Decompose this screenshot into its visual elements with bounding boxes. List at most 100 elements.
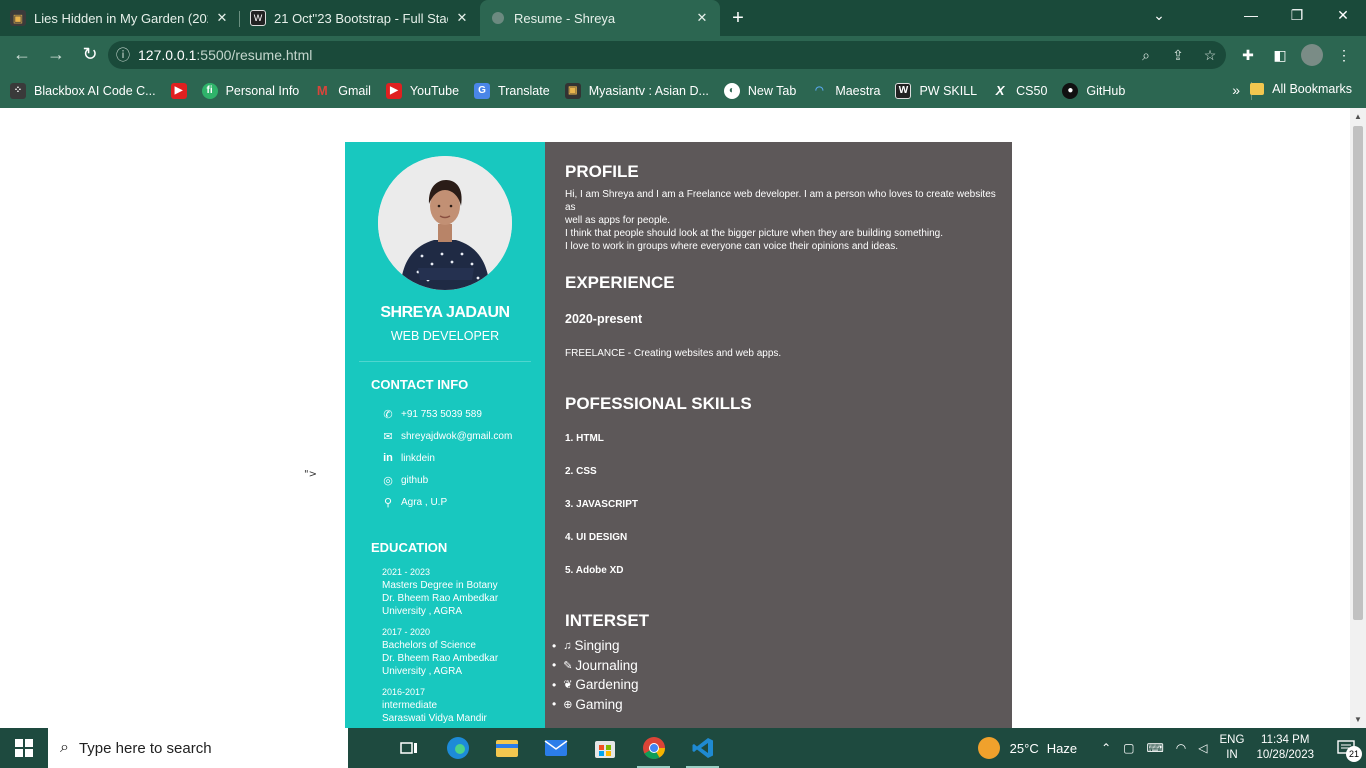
personal-info-icon: fi [201,82,218,99]
tab-title: Lies Hidden in My Garden (2023 [34,10,208,26]
close-tab-icon[interactable]: ✕ [214,10,230,26]
weather-widget[interactable]: 25°C Haze [977,737,1078,759]
minimize-icon[interactable]: — [1228,0,1274,30]
clock[interactable]: 11:34 PM 10/28/2023 [1256,733,1314,763]
weather-desc: Haze [1046,740,1078,756]
vscode-icon[interactable] [678,728,727,768]
url-path: :5500/resume.html [196,47,313,63]
bookmark-label: Gmail [338,83,371,98]
bookmark-youtube[interactable]: ▶ YouTube [385,82,459,99]
keyboard-icon[interactable]: ⌨ [1146,741,1163,755]
contact-github[interactable]: ◎ github [377,469,542,491]
phone-icon: ✆ [383,409,393,422]
tab-lies-hidden[interactable]: ▣ Lies Hidden in My Garden (2023 ✕ [0,3,240,33]
all-bookmarks-button[interactable]: All Bookmarks [1250,82,1352,96]
interest-item: ⊕Gaming [563,695,638,715]
reload-icon[interactable]: ↻ [74,39,106,71]
contact-text: linkdein [401,452,435,464]
new-tab-button[interactable]: + [724,4,752,32]
scroll-down-icon[interactable]: ▼ [1354,715,1362,724]
bookmark-youtube-shortcut[interactable]: ▶ [170,82,187,99]
location-icon: ⚲ [383,496,393,509]
volume-icon[interactable]: ◁ [1198,741,1207,755]
profile-role: WEB DEVELOPER [390,329,500,343]
url-text[interactable]: 127.0.0.1:5500/resume.html [138,47,1130,63]
menu-icon[interactable]: ⋮ [1330,41,1358,69]
contact-email[interactable]: ✉ shreyajdwok@gmail.com [377,426,542,448]
bookmark-blackbox[interactable]: ⁘ Blackbox AI Code C... [10,82,156,99]
tab-resume[interactable]: Resume - Shreya ✕ [480,0,720,36]
mail-app-icon[interactable] [531,728,580,768]
close-tab-icon[interactable]: ✕ [454,10,470,26]
education-degree: intermediate [382,700,438,711]
contact-linkedin[interactable]: in linkdein [377,448,542,470]
search-icon: ⌕ [60,739,69,756]
notification-center-icon[interactable]: 21 [1334,736,1362,762]
meet-now-icon[interactable]: ▢ [1123,741,1134,755]
search-placeholder: Type here to search [78,739,212,757]
chrome-icon[interactable] [629,728,678,768]
profile-avatar[interactable] [1301,44,1323,66]
bookmark-maestra[interactable]: ◠ Maestra [811,83,881,99]
scrollbar-thumb[interactable] [1353,126,1363,620]
restore-icon[interactable]: ❐ [1274,0,1320,30]
resume-main: PROFILE Hi, I am Shreya and I am a Freel… [545,142,1012,728]
url-host: 127.0.0.1 [138,47,197,63]
windows-icon [15,739,33,757]
forward-icon[interactable]: → [40,39,72,71]
linkedin-icon: in [383,452,393,465]
bookmark-github[interactable]: ● GitHub [1062,82,1125,99]
task-view-icon[interactable] [384,728,433,768]
chevron-up-icon[interactable]: ⌃ [1101,741,1111,755]
bookmark-myasiantv[interactable]: ▣ Myasiantv : Asian D... [564,82,709,99]
contact-text: +91 753 5039 589 [401,409,482,421]
skill-item: 2. CSS [565,466,597,477]
weather-sun-icon [977,737,1000,759]
zoom-icon[interactable]: ⌕ [1130,47,1162,64]
site-info-icon[interactable]: ⓘ [108,45,138,65]
more-bookmarks-icon[interactable]: » [1232,82,1240,98]
address-bar[interactable]: ⓘ 127.0.0.1:5500/resume.html ⌕ ⇪ ☆ [108,41,1226,69]
tab-search-icon[interactable]: ⌄ [1136,0,1182,30]
share-icon[interactable]: ⇪ [1162,47,1194,64]
bookmark-cs50[interactable]: X CS50 [992,83,1048,99]
bookmark-new-tab[interactable]: ◐ New Tab [723,82,796,99]
maestra-icon: ◠ [814,85,824,96]
close-tab-icon[interactable]: ✕ [694,10,710,26]
interest-item: ❦Gardening [563,675,638,695]
close-window-icon[interactable]: ✕ [1320,0,1366,30]
language-indicator[interactable]: ENG IN [1220,733,1245,763]
education-school: Dr. Bheem Rao Ambedkar [382,593,499,604]
store-icon[interactable] [580,728,629,768]
extensions-icon[interactable]: ✚ [1234,41,1262,69]
tab-bootstrap[interactable]: W 21 Oct''23 Bootstrap - Full Stack ✕ [240,3,480,33]
bookmark-translate[interactable]: G Translate [474,82,550,99]
bookmark-pw-skill[interactable]: W PW SKILL [895,82,977,99]
bookmark-personal-info[interactable]: fi Personal Info [201,82,299,99]
education-item: 2021 - 2023 Masters Degree in Botany Dr.… [382,566,542,618]
side-panel-icon[interactable]: ◧ [1266,41,1294,69]
education-school: University , AGRA [382,606,463,617]
scroll-up-icon[interactable]: ▲ [1354,112,1362,121]
profile-line: I love to work in groups where everyone … [565,241,898,252]
page-scrollbar[interactable]: ▲ ▼ [1350,108,1366,728]
skills-heading: POFESSIONAL SKILLS [565,394,752,413]
myasiantv-icon: ▣ [564,82,581,99]
github-icon: ● [1062,82,1079,99]
experience-desc: FREELANCE - Creating websites and web ap… [565,348,782,359]
wifi-icon[interactable]: ◠ [1176,741,1186,755]
file-explorer-icon[interactable] [482,728,531,768]
profile-photo [378,156,512,290]
back-icon[interactable]: ← [6,39,38,71]
tray-icons: ⌃ ▢ ⌨ ◠ ◁ [1101,741,1207,755]
bookmark-gmail[interactable]: M Gmail [314,83,371,99]
clock-time: 11:34 PM [1261,734,1310,746]
taskbar-search[interactable]: ⌕ Type here to search [48,728,348,768]
education-school: University , AGRA [382,666,463,677]
contact-heading: CONTACT INFO [371,377,469,392]
bookmark-star-icon[interactable]: ☆ [1194,47,1226,64]
start-button[interactable] [0,728,48,768]
bookmark-label: Translate [498,83,550,98]
skill-item: 4. UI DESIGN [565,532,628,543]
edge-icon[interactable] [433,728,482,768]
